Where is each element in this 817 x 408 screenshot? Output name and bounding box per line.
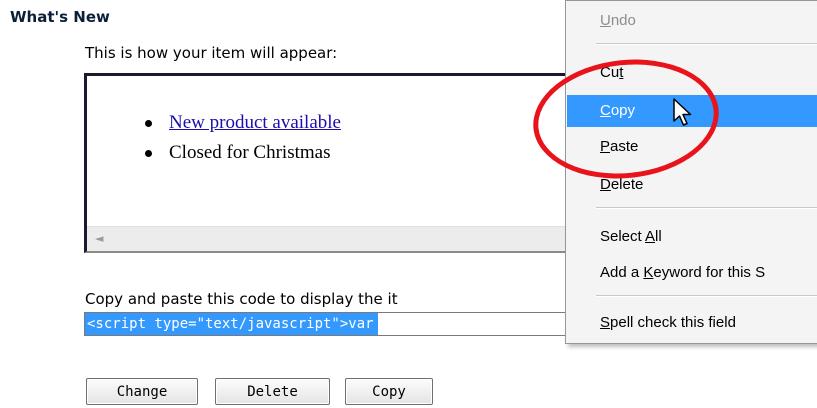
context-menu: Undo Cut Copy Paste Delete Select All Ad… (565, 0, 817, 344)
menu-separator (596, 207, 817, 209)
menu-item-delete[interactable]: Delete (567, 169, 817, 201)
menu-item-add-keyword[interactable]: Add a Keyword for this S (567, 257, 817, 289)
preview-link-new-product[interactable]: New product available (169, 112, 341, 133)
menu-item-cut[interactable]: Cut (567, 57, 817, 89)
menu-item-undo[interactable]: Undo (567, 5, 817, 37)
menu-separator (596, 295, 817, 297)
scroll-left-arrow-icon[interactable]: ◄ (95, 232, 103, 245)
list-item: Closed for Christmas (145, 138, 341, 168)
menu-item-paste[interactable]: Paste (567, 131, 817, 163)
section-title: What's New (10, 8, 110, 26)
delete-button[interactable]: Delete (215, 378, 330, 405)
mouse-pointer-icon (673, 98, 692, 126)
embed-code-label: Copy and paste this code to display the … (85, 290, 398, 308)
list-item: New product available (145, 108, 341, 138)
preview-list: New product available Closed for Christm… (145, 108, 341, 168)
preview-intro-text: This is how your item will appear: (85, 44, 338, 62)
selected-code-text[interactable]: <script type="text/javascript">var (85, 313, 378, 335)
change-button[interactable]: Change (86, 378, 198, 405)
menu-item-spell-check[interactable]: Spell check this field (567, 307, 817, 339)
menu-separator (596, 43, 817, 45)
copy-button[interactable]: Copy (345, 378, 433, 405)
menu-item-select-all[interactable]: Select All (567, 221, 817, 253)
